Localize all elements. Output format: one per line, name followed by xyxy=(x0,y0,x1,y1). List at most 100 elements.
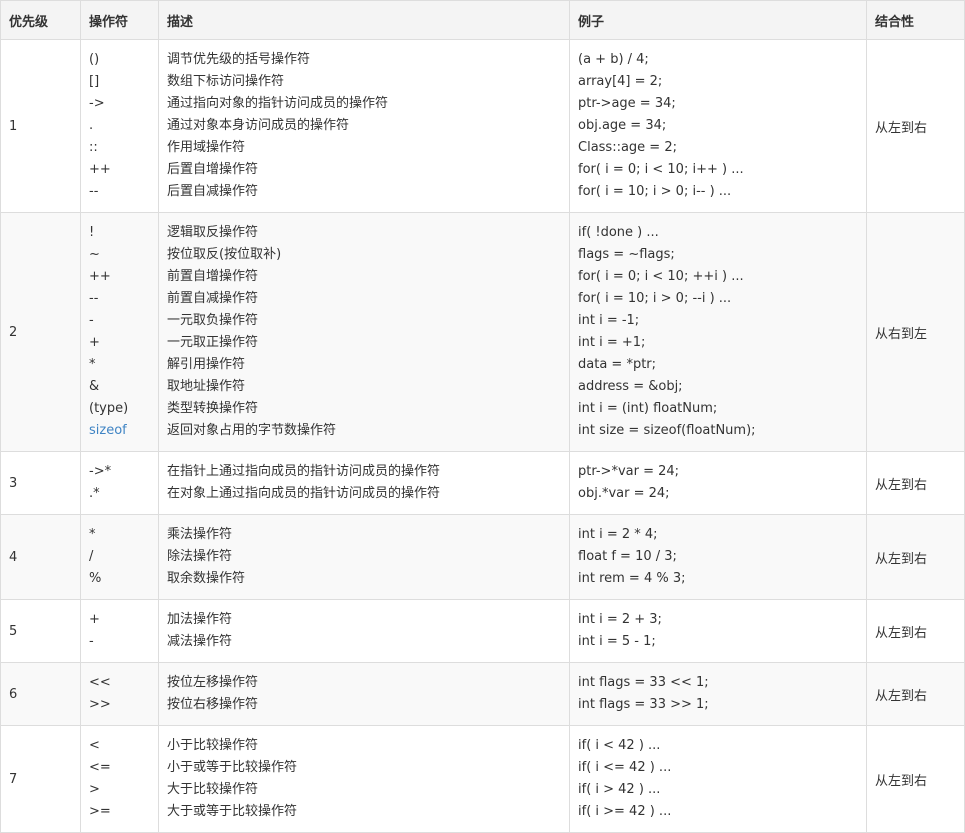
operator-cell: ->* .* xyxy=(80,451,159,515)
example-line: if( i <= 42 ) ... xyxy=(578,760,672,775)
operator-line: . xyxy=(89,118,94,133)
header-description: 描述 xyxy=(158,0,570,40)
header-example: 例子 xyxy=(569,0,867,40)
operator-line: -- xyxy=(89,291,99,306)
priority-cell: 6 xyxy=(0,662,81,726)
description-line: 前置自增操作符 xyxy=(167,269,259,284)
example-line: if( i < 42 ) ... xyxy=(578,738,661,753)
example-line: int flags = 33 << 1; xyxy=(578,675,709,690)
operator-line: -> xyxy=(89,96,105,111)
operator-cell: ! ~ ++ -- - + * & (type) sizeof xyxy=(80,212,159,452)
example-line: int i = -1; xyxy=(578,313,640,328)
description-line: 按位右移操作符 xyxy=(167,697,259,712)
description-line: 按位左移操作符 xyxy=(167,675,259,690)
operator-cell: < <= > >= xyxy=(80,725,159,833)
associativity-cell: 从左到右 xyxy=(866,599,965,663)
operator-line: () xyxy=(89,52,100,67)
example-line: float f = 10 / 3; xyxy=(578,549,677,564)
operator-line: << xyxy=(89,675,111,690)
associativity-cell: 从左到右 xyxy=(866,725,965,833)
table-row: 4 * /% 乘法操作符 除法操作符 取余数操作符 int i = 2 * 4; float … xyxy=(0,514,965,600)
operator-line: - xyxy=(89,313,94,328)
example-line: if( i > 42 ) ... xyxy=(578,782,661,797)
operator-line: * xyxy=(89,357,96,372)
example-cell: ptr->*var = 24; obj.*var = 24; xyxy=(569,451,867,515)
description-line: 通过指向对象的指针访问成员的操作符 xyxy=(167,96,389,111)
description-line: 小于比较操作符 xyxy=(167,738,259,753)
example-line: obj.*var = 24; xyxy=(578,486,670,501)
description-cell: 乘法操作符 除法操作符 取余数操作符 xyxy=(158,514,570,600)
operator-line: -- xyxy=(89,184,99,199)
operator-line[interactable]: sizeof xyxy=(89,420,150,442)
operator-line: <= xyxy=(89,760,111,775)
operator-cell: ()[] ->.:: ++ -- xyxy=(80,39,159,213)
associativity-cell: 从左到右 xyxy=(866,662,965,726)
table-row: 6 << >> 按位左移操作符 按位右移操作符 int flags = 33 << 1; i… xyxy=(0,662,965,726)
priority-cell: 4 xyxy=(0,514,81,600)
operator-line: ->* xyxy=(89,464,112,479)
example-cell: (a + b) / 4; array[4] = 2; ptr->age = 34; o… xyxy=(569,39,867,213)
table-header-row: 优先级 操作符 描述 例子 结合性 xyxy=(0,0,965,40)
operator-line: < xyxy=(89,738,100,753)
example-cell: int i = 2 * 4; float f = 10 / 3; int rem =… xyxy=(569,514,867,600)
example-line: if( !done ) ... xyxy=(578,225,659,240)
description-cell: 在指针上通过指向成员的指针访问成员的操作符 在对象上通过指向成员的指针访问成员的操… xyxy=(158,451,570,515)
associativity-cell: 从左到右 xyxy=(866,514,965,600)
description-line: 返回对象占用的字节数操作符 xyxy=(167,423,337,438)
table-row: 7 < <= > >= 小于比较操作符 小于或等于比较操作符 大于比较操作符 大于或等于比较操作… xyxy=(0,725,965,833)
header-operator: 操作符 xyxy=(80,0,159,40)
example-cell: int flags = 33 << 1; int flags = 33 >> 1; xyxy=(569,662,867,726)
table-row: 2! ~ ++ -- - + * & (type) sizeof 逻辑取反操作符 按位取反(按位取补)… xyxy=(0,212,965,452)
operator-line: (type) xyxy=(89,401,129,416)
example-line: int i = 2 + 3; xyxy=(578,612,662,627)
associativity-cell: 从右到左 xyxy=(866,212,965,452)
operator-cell: << >> xyxy=(80,662,159,726)
example-line: int i = 5 - 1; xyxy=(578,634,656,649)
operator-cell: + - xyxy=(80,599,159,663)
description-line: 减法操作符 xyxy=(167,634,233,649)
example-line: flags = ~flags; xyxy=(578,247,675,262)
description-line: 解引用操作符 xyxy=(167,357,246,372)
example-cell: if( !done ) ... flags = ~flags; for( i = 0… xyxy=(569,212,867,452)
example-line: address = &obj; xyxy=(578,379,683,394)
operator-line: * xyxy=(89,527,96,542)
operator-line: ! xyxy=(89,225,95,240)
example-line: int flags = 33 >> 1; xyxy=(578,697,709,712)
operator-line: > xyxy=(89,782,100,797)
example-line: int rem = 4 % 3; xyxy=(578,571,686,586)
description-line: 取地址操作符 xyxy=(167,379,246,394)
example-line: int i = 2 * 4; xyxy=(578,527,658,542)
operator-line: ++ xyxy=(89,269,111,284)
description-line: 作用域操作符 xyxy=(167,140,246,155)
example-line: for( i = 0; i < 10; i++ ) ... xyxy=(578,162,744,177)
table-row: 1()[] ->.:: ++ -- 调节优先级的括号操作符 数组下标访问操作符 通过指向对象… xyxy=(0,39,965,213)
example-line: obj.age = 34; xyxy=(578,118,667,133)
priority-cell: 5 xyxy=(0,599,81,663)
description-line: 逻辑取反操作符 xyxy=(167,225,259,240)
operator-precedence-table: 优先级 操作符 描述 例子 结合性 1()[] ->.:: ++ -- 调节优先级的括号… xyxy=(0,0,965,833)
header-associativity: 结合性 xyxy=(866,0,965,40)
operator-line: + xyxy=(89,335,100,350)
example-cell: int i = 2 + 3; int i = 5 - 1; xyxy=(569,599,867,663)
description-line: 一元取正操作符 xyxy=(167,335,259,350)
description-line: 后置自减操作符 xyxy=(167,184,259,199)
description-line: 小于或等于比较操作符 xyxy=(167,760,298,775)
priority-cell: 3 xyxy=(0,451,81,515)
priority-cell: 2 xyxy=(0,212,81,452)
operator-line: & xyxy=(89,379,100,394)
description-line: 按位取反(按位取补) xyxy=(167,247,282,262)
example-line: int i = (int) floatNum; xyxy=(578,401,718,416)
description-line: 后置自增操作符 xyxy=(167,162,259,177)
associativity-cell: 从左到右 xyxy=(866,451,965,515)
example-line: data = *ptr; xyxy=(578,357,657,372)
header-priority: 优先级 xyxy=(0,0,81,40)
example-line: int i = +1; xyxy=(578,335,646,350)
operator-line: + xyxy=(89,612,100,627)
operator-line: - xyxy=(89,634,94,649)
description-cell: 按位左移操作符 按位右移操作符 xyxy=(158,662,570,726)
description-cell: 加法操作符 减法操作符 xyxy=(158,599,570,663)
description-line: 一元取负操作符 xyxy=(167,313,259,328)
description-cell: 调节优先级的括号操作符 数组下标访问操作符 通过指向对象的指针访问成员的操作符 通过对… xyxy=(158,39,570,213)
operator-line: .* xyxy=(89,486,100,501)
description-line: 类型转换操作符 xyxy=(167,401,259,416)
